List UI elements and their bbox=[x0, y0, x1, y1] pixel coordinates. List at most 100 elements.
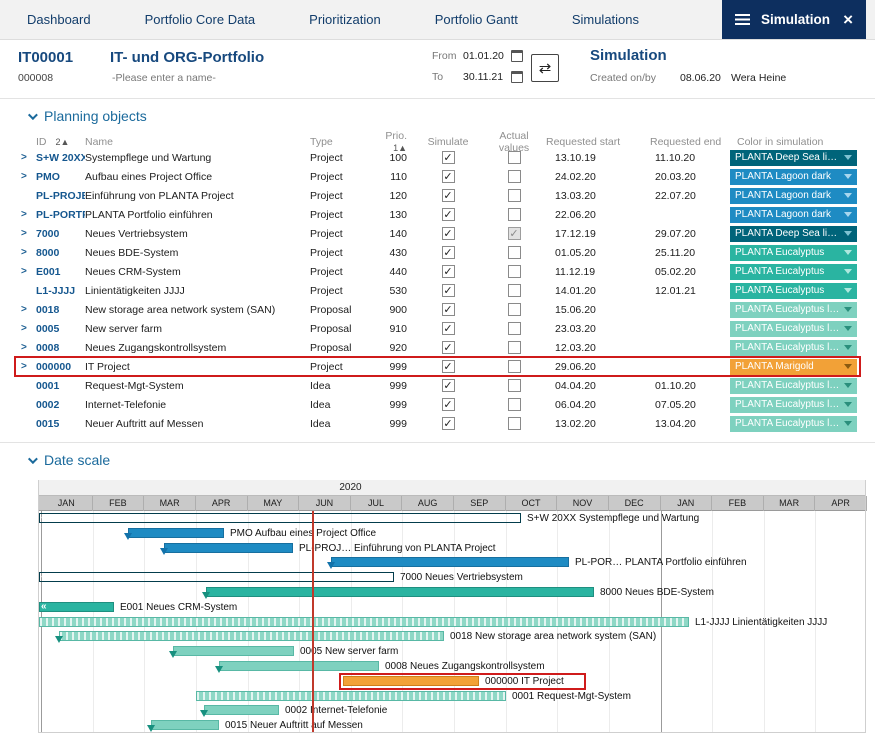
simulate-checkbox[interactable]: ✓ bbox=[442, 398, 455, 411]
gantt-bar[interactable] bbox=[128, 528, 224, 538]
row-id[interactable]: 0002 bbox=[36, 399, 85, 411]
col-type[interactable]: Type bbox=[310, 136, 368, 148]
color-dropdown[interactable]: PLANTA Lagoon dark bbox=[730, 207, 857, 223]
color-dropdown[interactable]: PLANTA Eucalyptus l… bbox=[730, 416, 857, 432]
actual-values-checkbox[interactable] bbox=[508, 341, 521, 354]
simulate-checkbox[interactable]: ✓ bbox=[442, 208, 455, 221]
expand-icon[interactable]: > bbox=[15, 323, 36, 334]
gantt-bar[interactable] bbox=[219, 661, 379, 671]
close-icon[interactable]: × bbox=[843, 11, 853, 28]
color-dropdown[interactable]: PLANTA Deep Sea li… bbox=[730, 226, 857, 242]
row-id[interactable]: 7000 bbox=[36, 228, 85, 240]
nav-item-prioritization[interactable]: Prioritization bbox=[282, 0, 408, 39]
expand-icon[interactable]: > bbox=[15, 152, 36, 163]
actual-values-checkbox[interactable] bbox=[508, 265, 521, 278]
col-id[interactable]: ID2▲ bbox=[36, 136, 85, 148]
col-name[interactable]: Name bbox=[85, 136, 310, 148]
actual-values-checkbox[interactable] bbox=[508, 170, 521, 183]
row-id[interactable]: 8000 bbox=[36, 247, 85, 259]
expand-icon[interactable]: > bbox=[15, 247, 36, 258]
gantt-bar[interactable] bbox=[164, 543, 293, 553]
calendar-icon[interactable] bbox=[511, 50, 523, 62]
actual-values-checkbox[interactable] bbox=[508, 379, 521, 392]
color-dropdown[interactable]: PLANTA Eucalyptus l… bbox=[730, 397, 857, 413]
tab-simulation[interactable]: Simulation × bbox=[722, 0, 866, 39]
color-dropdown[interactable]: PLANTA Deep Sea li… bbox=[730, 150, 857, 166]
simulate-checkbox[interactable]: ✓ bbox=[442, 151, 455, 164]
color-dropdown[interactable]: PLANTA Marigold bbox=[730, 359, 857, 375]
refresh-button[interactable]: ⇄ bbox=[531, 54, 559, 82]
row-id[interactable]: S+W 20XX bbox=[36, 152, 85, 164]
color-dropdown[interactable]: PLANTA Eucalyptus l… bbox=[730, 302, 857, 318]
row-id[interactable]: 0005 bbox=[36, 323, 85, 335]
color-dropdown[interactable]: PLANTA Lagoon dark bbox=[730, 188, 857, 204]
expand-icon[interactable]: > bbox=[15, 266, 36, 277]
gantt-bar[interactable]: « bbox=[39, 513, 521, 523]
actual-values-checkbox[interactable] bbox=[508, 360, 521, 373]
color-dropdown[interactable]: PLANTA Eucalyptus bbox=[730, 283, 857, 299]
gantt-bar[interactable] bbox=[204, 705, 279, 715]
nav-item-dashboard[interactable]: Dashboard bbox=[0, 0, 118, 39]
col-color-in-simulation[interactable]: Color in simulation bbox=[730, 136, 860, 148]
actual-values-checkbox[interactable] bbox=[508, 284, 521, 297]
actual-values-checkbox[interactable]: ✓ bbox=[508, 227, 521, 240]
row-id[interactable]: 0018 bbox=[36, 304, 85, 316]
calendar-icon[interactable] bbox=[511, 71, 523, 83]
simulate-checkbox[interactable]: ✓ bbox=[442, 170, 455, 183]
nav-item-portfolio-gantt[interactable]: Portfolio Gantt bbox=[408, 0, 545, 39]
gantt-bar[interactable] bbox=[206, 587, 594, 597]
simulate-checkbox[interactable]: ✓ bbox=[442, 341, 455, 354]
portfolio-name-placeholder[interactable]: -Please enter a name- bbox=[112, 72, 216, 84]
actual-values-checkbox[interactable] bbox=[508, 417, 521, 430]
expand-icon[interactable]: > bbox=[15, 171, 36, 182]
simulate-checkbox[interactable]: ✓ bbox=[442, 189, 455, 202]
date-scale-section-header[interactable]: Date scale bbox=[0, 443, 875, 474]
row-id[interactable]: 000000 bbox=[36, 361, 85, 373]
nav-item-portfolio-core-data[interactable]: Portfolio Core Data bbox=[118, 0, 283, 39]
gantt-bar[interactable] bbox=[59, 631, 444, 641]
expand-icon[interactable]: > bbox=[15, 304, 36, 315]
color-dropdown[interactable]: PLANTA Eucalyptus bbox=[730, 245, 857, 261]
row-id[interactable]: 0008 bbox=[36, 342, 85, 354]
simulate-checkbox[interactable]: ✓ bbox=[442, 379, 455, 392]
gantt-bar[interactable] bbox=[39, 617, 689, 627]
actual-values-checkbox[interactable] bbox=[508, 303, 521, 316]
actual-values-checkbox[interactable] bbox=[508, 398, 521, 411]
color-dropdown[interactable]: PLANTA Eucalyptus bbox=[730, 264, 857, 280]
simulate-checkbox[interactable]: ✓ bbox=[442, 246, 455, 259]
expand-icon[interactable]: > bbox=[15, 209, 36, 220]
gantt-bar[interactable] bbox=[196, 691, 506, 701]
row-id[interactable]: 0001 bbox=[36, 380, 85, 392]
gantt-bar[interactable]: « bbox=[39, 602, 114, 612]
color-dropdown[interactable]: PLANTA Eucalyptus l… bbox=[730, 378, 857, 394]
gantt-bar[interactable]: « bbox=[39, 572, 394, 582]
actual-values-checkbox[interactable] bbox=[508, 322, 521, 335]
to-date-field[interactable]: 30.11.21 bbox=[463, 71, 503, 83]
row-id[interactable]: 0015 bbox=[36, 418, 85, 430]
color-dropdown[interactable]: PLANTA Lagoon dark bbox=[730, 169, 857, 185]
menu-icon[interactable] bbox=[735, 14, 750, 25]
color-dropdown[interactable]: PLANTA Eucalyptus l… bbox=[730, 340, 857, 356]
actual-values-checkbox[interactable] bbox=[508, 151, 521, 164]
simulate-checkbox[interactable]: ✓ bbox=[442, 360, 455, 373]
actual-values-checkbox[interactable] bbox=[508, 246, 521, 259]
planning-section-header[interactable]: Planning objects bbox=[0, 99, 875, 130]
row-id[interactable]: E001 bbox=[36, 266, 85, 278]
col-simulate[interactable]: Simulate bbox=[413, 136, 483, 148]
col-requested-end[interactable]: Requested end bbox=[630, 136, 730, 148]
row-id[interactable]: PL-PORTFO… bbox=[36, 209, 85, 221]
gantt-bar[interactable] bbox=[173, 646, 294, 656]
simulate-checkbox[interactable]: ✓ bbox=[442, 322, 455, 335]
expand-icon[interactable]: > bbox=[15, 342, 36, 353]
simulate-checkbox[interactable]: ✓ bbox=[442, 284, 455, 297]
gantt-bar[interactable] bbox=[331, 557, 569, 567]
actual-values-checkbox[interactable] bbox=[508, 189, 521, 202]
row-id[interactable]: L1-JJJJ bbox=[36, 285, 85, 297]
gantt-bar[interactable] bbox=[151, 720, 219, 730]
simulate-checkbox[interactable]: ✓ bbox=[442, 227, 455, 240]
simulate-checkbox[interactable]: ✓ bbox=[442, 265, 455, 278]
nav-item-simulations[interactable]: Simulations bbox=[545, 0, 666, 39]
actual-values-checkbox[interactable] bbox=[508, 208, 521, 221]
row-id[interactable]: PMO bbox=[36, 171, 85, 183]
expand-icon[interactable]: > bbox=[15, 228, 36, 239]
